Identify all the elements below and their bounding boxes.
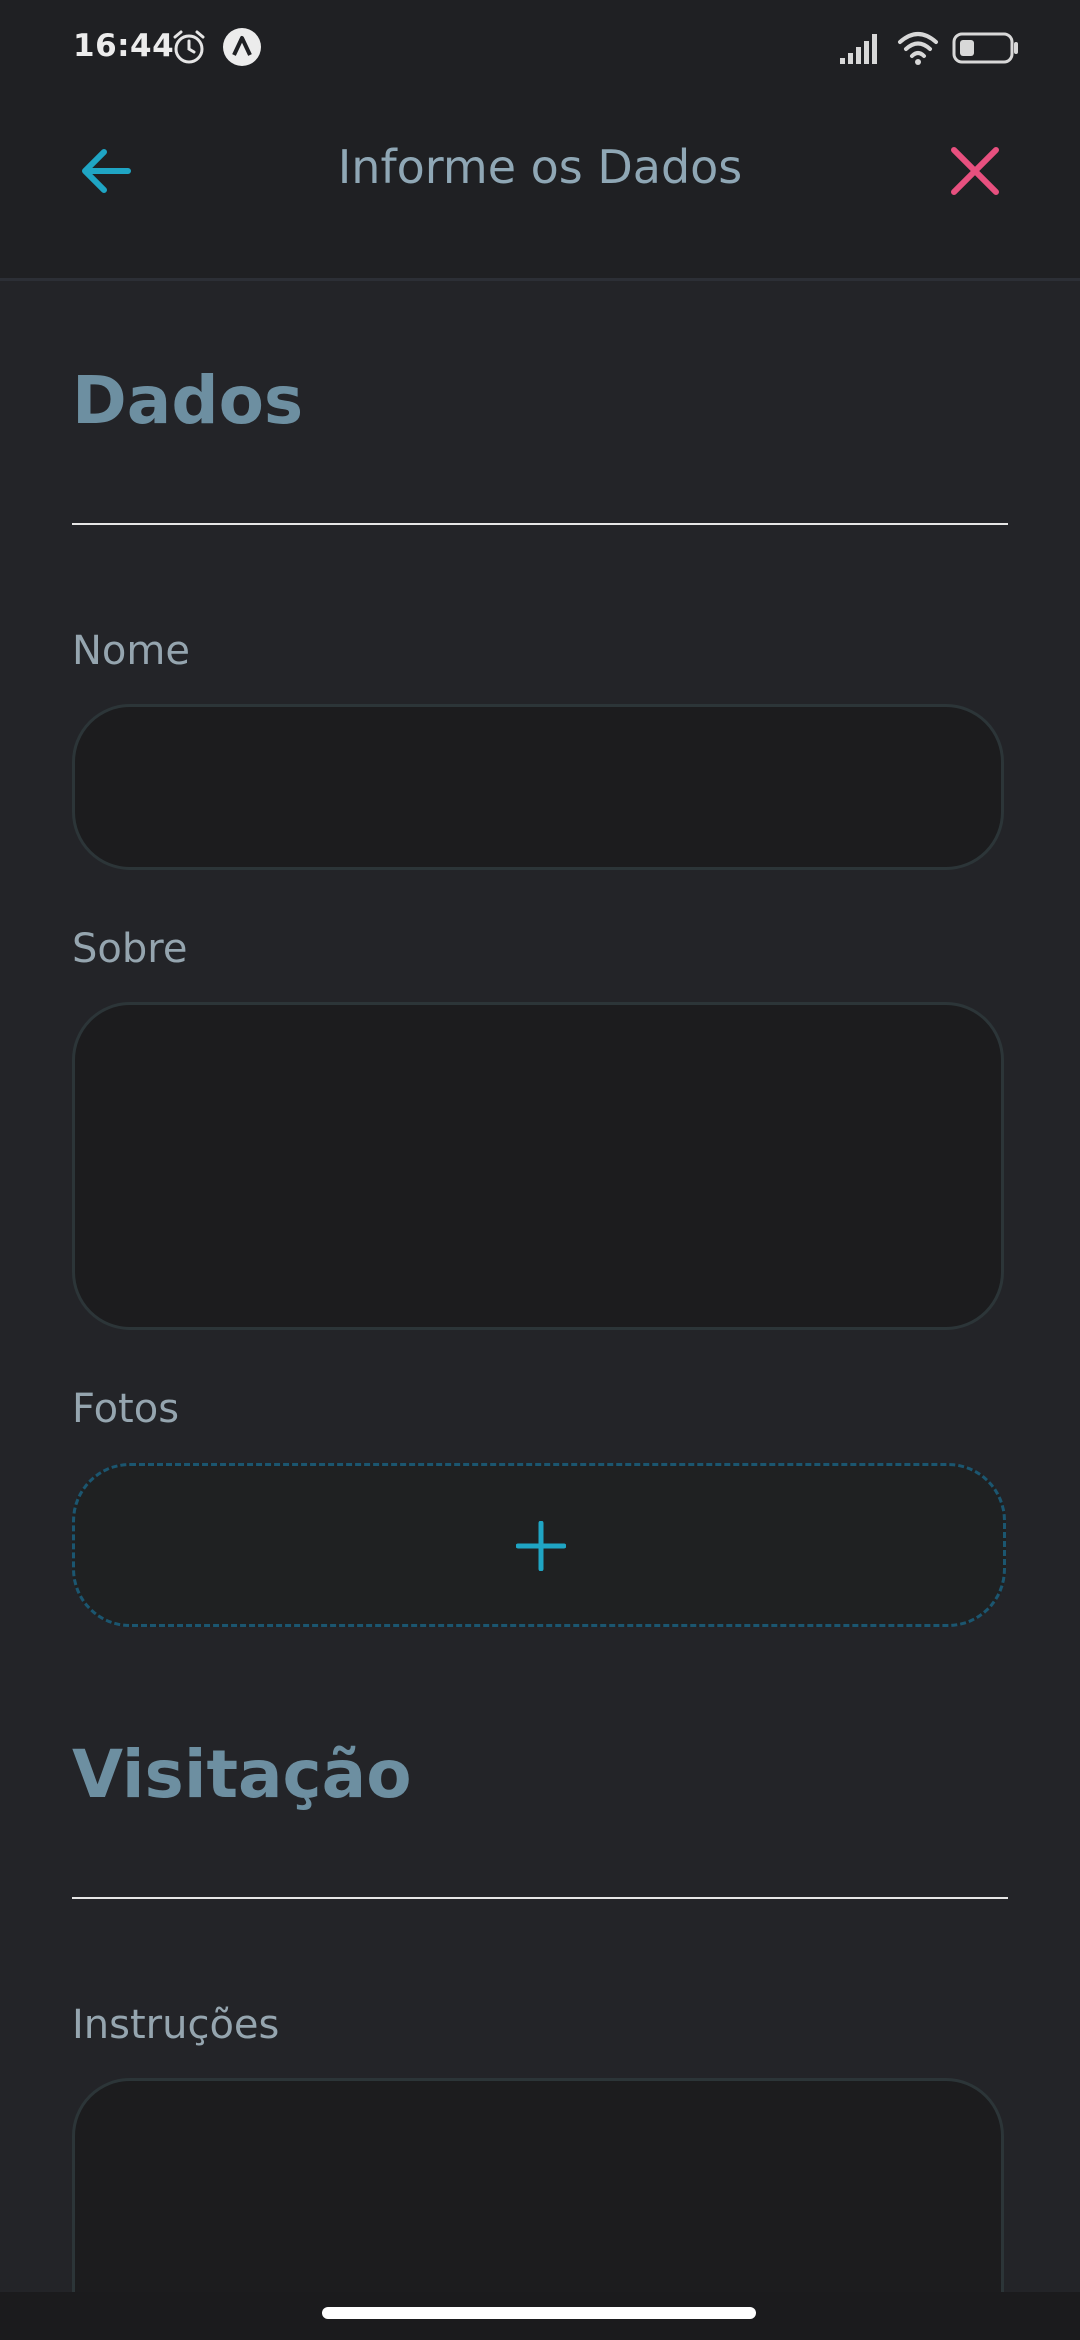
app-screen: 16:44 Informe os Dados Dados Nome Sobre …	[0, 0, 1080, 2340]
app-notification-icon	[223, 28, 261, 66]
signal-icon	[840, 34, 877, 64]
section-title-visitacao: Visitação	[72, 1736, 412, 1813]
plus-icon	[516, 1521, 566, 1571]
field-label-fotos: Fotos	[72, 1386, 180, 1432]
add-photo-button[interactable]	[72, 1463, 1006, 1627]
field-label-nome: Nome	[72, 628, 190, 674]
close-icon[interactable]	[940, 136, 1010, 206]
alarm-icon	[173, 30, 205, 64]
status-bar: 16:44	[0, 0, 1080, 96]
name-input[interactable]	[72, 704, 1004, 870]
section-title-dados: Dados	[72, 362, 304, 439]
section-divider	[72, 523, 1008, 525]
wifi-icon	[898, 32, 938, 65]
field-label-sobre: Sobre	[72, 926, 188, 972]
arrow-left-icon[interactable]	[72, 136, 142, 206]
battery-icon	[952, 32, 1018, 64]
field-label-instrucoes: Instruções	[72, 2002, 280, 2048]
page-title: Informe os Dados	[337, 140, 743, 194]
about-textarea[interactable]	[72, 1002, 1004, 1330]
app-header: Informe os Dados	[0, 96, 1080, 281]
navigation-bar	[0, 2292, 1080, 2340]
section-divider	[72, 1897, 1008, 1899]
home-indicator[interactable]	[322, 2307, 756, 2319]
status-time: 16:44	[73, 28, 175, 64]
